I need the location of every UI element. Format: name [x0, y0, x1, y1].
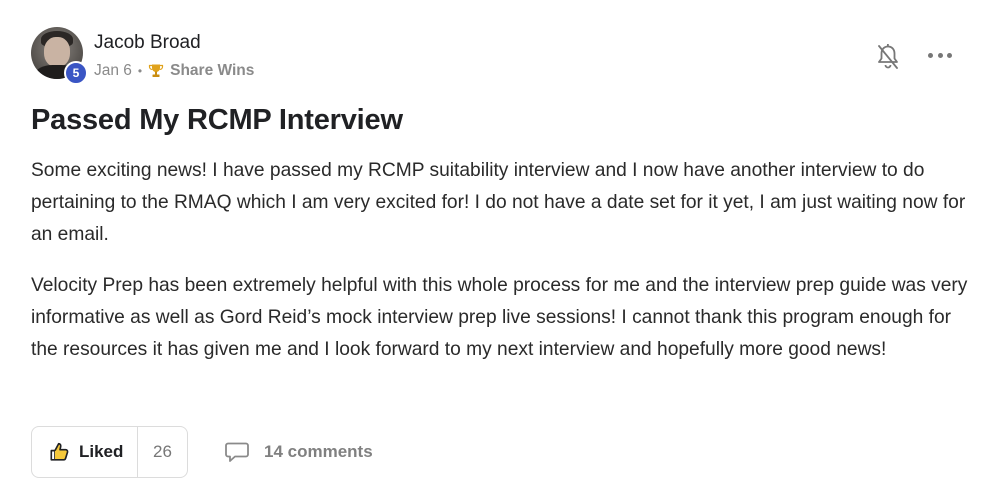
more-horizontal-icon[interactable]	[928, 45, 952, 65]
post-card: 5 Jacob Broad Jan 6 • Share Wins Passed …	[0, 0, 1000, 493]
post-meta: Jan 6 • Share Wins	[94, 62, 254, 80]
meta-separator: •	[137, 64, 143, 78]
post-paragraph: Velocity Prep has been extremely helpful…	[31, 275, 968, 360]
like-control: Liked 26	[31, 426, 188, 478]
trophy-icon	[149, 64, 164, 77]
author-name[interactable]: Jacob Broad	[94, 32, 201, 54]
like-button[interactable]: Liked	[32, 427, 138, 477]
comments-button[interactable]: 14 comments	[224, 440, 373, 464]
comment-icon	[225, 442, 249, 462]
category-link[interactable]: Share Wins	[170, 62, 254, 80]
post-title: Passed My RCMP Interview	[31, 104, 403, 136]
post-date[interactable]: Jan 6	[94, 62, 132, 80]
bell-muted-icon[interactable]	[875, 43, 901, 71]
post-body: Some exciting news! I have passed my RCM…	[31, 155, 971, 385]
like-label: Liked	[79, 442, 124, 461]
like-count[interactable]: 26	[138, 427, 187, 477]
comments-label: 14 comments	[264, 442, 373, 461]
level-badge: 5	[64, 61, 88, 85]
thumbs-up-icon	[50, 442, 69, 461]
post-paragraph: Some exciting news! I have passed my RCM…	[31, 160, 966, 245]
